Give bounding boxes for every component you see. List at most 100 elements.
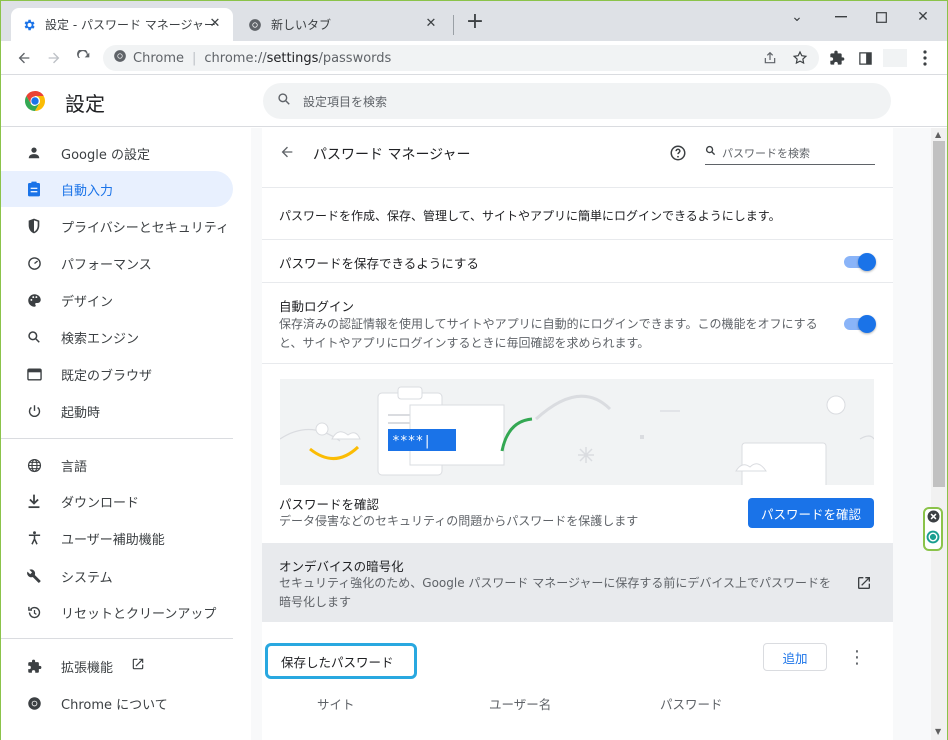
tab-search-button[interactable]: ⌄ <box>775 1 819 33</box>
sidebar-item-label: システム <box>61 570 113 586</box>
profile-avatar[interactable] <box>883 49 907 67</box>
clipboard-icon <box>25 180 43 198</box>
settings-search-input[interactable]: 設定項目を検索 <box>263 83 891 119</box>
chrome-icon <box>247 17 263 33</box>
on-device-encryption-description-line: セキュリティ強化のため、Google パスワード マネージャーに保存する前にデバ… <box>279 576 832 590</box>
sidebar-item-search-engine[interactable]: 検索エンジン <box>1 319 233 355</box>
row-divider <box>262 363 893 364</box>
tab-separator <box>453 15 454 35</box>
back-button[interactable] <box>11 45 37 71</box>
sidebar-item-label: 拡張機能 <box>61 660 114 676</box>
tab-settings-passwords[interactable]: 設定 - パスワード マネージャー ✕ <box>11 8 233 41</box>
gauge-icon <box>25 254 43 272</box>
scrollbar-thumb[interactable] <box>933 141 945 487</box>
sidebar-item-label: Google の設定 <box>61 147 150 163</box>
sidebar-item-label: ダウンロード <box>61 495 140 511</box>
sidebar-item-about-chrome[interactable]: Chrome について <box>1 685 233 721</box>
sidebar-item-label: プライバシーとセキュリティ <box>61 220 229 236</box>
close-circle-icon[interactable] <box>927 510 940 527</box>
forward-button[interactable] <box>41 45 67 71</box>
row-divider <box>262 282 893 283</box>
person-icon <box>25 144 43 162</box>
sidebar-item-google[interactable]: Google の設定 <box>1 135 233 171</box>
power-icon <box>25 402 43 420</box>
chrome-icon <box>113 49 127 67</box>
sidebar-item-label: リセットとクリーンアップ <box>61 606 217 622</box>
page-title: 設定 <box>65 92 105 116</box>
chrome-icon <box>25 694 43 712</box>
floating-extension-widget[interactable] <box>923 507 943 551</box>
scroll-up-arrow-icon[interactable]: ▲ <box>935 131 943 139</box>
sidebar-item-extensions[interactable]: 拡張機能 <box>1 648 233 684</box>
sidebar-item-label: 自動入力 <box>61 183 114 199</box>
sidebar-item-on-startup[interactable]: 起動時 <box>1 393 233 429</box>
tab-label: 設定 - パスワード マネージャー <box>45 18 216 32</box>
add-password-button[interactable]: 追加 <box>763 643 827 671</box>
side-panel-icon[interactable] <box>855 49 875 67</box>
section-title: パスワード マネージャー <box>313 147 471 163</box>
sidebar-item-autofill[interactable]: 自動入力 <box>1 171 233 207</box>
search-icon <box>277 92 291 110</box>
on-device-encryption-description-line: 暗号化します <box>279 595 352 609</box>
new-tab-button[interactable]: + <box>463 11 487 35</box>
maximize-button[interactable] <box>859 1 903 33</box>
auto-signin-toggle[interactable] <box>844 315 876 333</box>
sidebar-item-reset[interactable]: リセットとクリーンアップ <box>1 594 233 630</box>
sidebar-item-label: パフォーマンス <box>61 257 152 273</box>
close-window-button[interactable]: ✕ <box>901 1 945 33</box>
external-link-icon[interactable] <box>856 575 874 593</box>
offer-to-save-toggle[interactable] <box>844 253 876 271</box>
sidebar-item-languages[interactable]: 言語 <box>1 447 233 483</box>
shield-icon <box>25 217 43 235</box>
description-text: パスワードを作成、保存、管理して、サイトやアプリに簡単にログインできるようにしま… <box>279 209 781 223</box>
on-device-encryption-description: セキュリティ強化のため、Google パスワード マネージャーに保存する前にデバ… <box>279 574 839 612</box>
auto-signin-description: 保存済みの認証情報を使用してサイトやアプリに自動的にログインできます。この機能を… <box>279 315 839 353</box>
sidebar-item-performance[interactable]: パフォーマンス <box>1 245 233 281</box>
kebab-menu-icon[interactable] <box>915 49 935 67</box>
bookmark-star-icon[interactable] <box>789 49 811 67</box>
url-host: settings <box>266 50 319 66</box>
wrench-icon <box>25 567 43 585</box>
saved-passwords-label: 保存したパスワード <box>281 655 394 670</box>
masked-password-text: ****| <box>392 434 431 449</box>
sidebar-item-default-browser[interactable]: 既定のブラウザ <box>1 356 233 392</box>
back-arrow-icon[interactable] <box>279 144 299 164</box>
search-placeholder: パスワードを検索 <box>722 146 810 160</box>
sidebar-item-downloads[interactable]: ダウンロード <box>1 483 233 519</box>
minimize-button[interactable] <box>819 1 863 33</box>
scroll-down-arrow-icon[interactable]: ▼ <box>935 728 943 736</box>
sidebar-item-accessibility[interactable]: ユーザー補助機能 <box>1 520 233 556</box>
sidebar-item-privacy[interactable]: プライバシーとセキュリティ <box>1 208 233 244</box>
close-tab-icon[interactable]: ✕ <box>207 16 223 32</box>
share-icon[interactable] <box>759 49 781 67</box>
globe-icon <box>25 456 43 474</box>
address-bar[interactable]: Chrome | chrome://settings/passwords <box>103 45 819 71</box>
sidebar-divider <box>1 438 233 439</box>
toggle-knob <box>858 253 876 271</box>
close-tab-icon[interactable]: ✕ <box>423 16 439 32</box>
settings-sidebar: Google の設定 自動入力 プライバシーとセキュリティ パフォーマンス デザ… <box>1 128 251 740</box>
extension-badge-icon[interactable] <box>926 530 940 548</box>
sidebar-item-system[interactable]: システム <box>1 558 233 594</box>
extensions-puzzle-icon[interactable] <box>827 49 847 67</box>
more-actions-icon[interactable]: ⋮ <box>847 646 867 668</box>
check-passwords-button[interactable]: パスワードを確認 <box>748 498 874 528</box>
help-icon[interactable] <box>669 144 689 164</box>
chrome-logo-icon <box>23 89 47 117</box>
tab-new-tab[interactable]: 新しいタブ ✕ <box>237 8 449 41</box>
url-path: /passwords <box>318 50 392 66</box>
password-check-label: パスワードを確認 <box>279 497 380 512</box>
row-divider <box>262 187 893 188</box>
sidebar-item-appearance[interactable]: デザイン <box>1 282 233 318</box>
tab-strip: 設定 - パスワード マネージャー ✕ 新しいタブ ✕ + ⌄ ✕ <box>1 1 947 41</box>
external-link-icon <box>131 657 145 675</box>
auto-signin-description-line: と、サイトやアプリにログインするときに毎回確認を求められます。 <box>279 336 650 350</box>
on-device-encryption-label: オンデバイスの暗号化 <box>279 559 404 574</box>
browser-icon <box>25 365 43 383</box>
auto-signin-label: 自動ログイン <box>279 299 355 314</box>
reload-button[interactable] <box>71 45 97 71</box>
password-search-input[interactable]: パスワードを検索 <box>705 141 875 165</box>
omnibox-separator: | <box>192 50 197 66</box>
row-divider <box>262 239 893 240</box>
sidebar-item-label: 言語 <box>61 459 88 475</box>
